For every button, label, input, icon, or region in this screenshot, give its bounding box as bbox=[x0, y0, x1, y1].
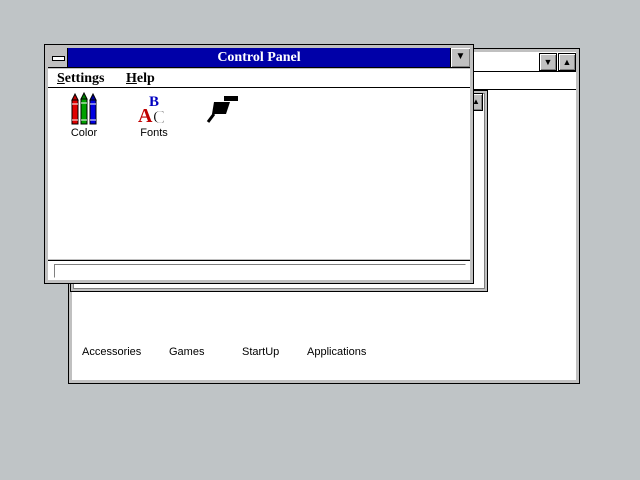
fonts-applet[interactable]: B A C Fonts bbox=[124, 92, 184, 139]
group-applications[interactable]: Applications bbox=[307, 346, 366, 358]
control-panel-menubar: Settings Help bbox=[48, 69, 470, 88]
window-title: Control Panel bbox=[217, 50, 301, 65]
chevron-down-icon: ▼ bbox=[455, 51, 466, 62]
menu-settings-label: ettings bbox=[64, 71, 105, 86]
menu-settings-hotkey: S bbox=[57, 71, 65, 86]
control-panel-window: Control Panel ▼ Settings Help Color B A … bbox=[44, 44, 474, 284]
color-applet[interactable]: Color bbox=[54, 92, 114, 139]
group-startup[interactable]: StartUp bbox=[242, 346, 279, 358]
fonts-icon: B A C bbox=[138, 94, 165, 126]
menu-settings[interactable]: Settings bbox=[57, 69, 104, 88]
control-panel-titlebar[interactable]: Control Panel bbox=[48, 48, 470, 68]
color-applet-label: Color bbox=[70, 127, 98, 139]
crayons-icon bbox=[71, 92, 97, 125]
control-panel-client: Color B A C Fonts bbox=[48, 88, 470, 259]
group-games[interactable]: Games bbox=[169, 346, 204, 358]
group-accessories[interactable]: Accessories bbox=[82, 346, 141, 358]
menu-help[interactable]: Help bbox=[126, 69, 155, 88]
plug-applet[interactable] bbox=[192, 92, 252, 127]
chevron-down-icon: ▼ bbox=[543, 57, 553, 67]
status-bar bbox=[48, 260, 470, 280]
svg-text:C: C bbox=[153, 107, 165, 126]
svg-text:A: A bbox=[138, 105, 153, 126]
status-bar-panel bbox=[54, 264, 466, 278]
window-dropdown-button[interactable]: ▼ bbox=[539, 53, 557, 71]
maximize-button[interactable]: ▲ bbox=[558, 53, 576, 71]
chevron-up-icon: ▲ bbox=[562, 57, 572, 67]
plug-icon bbox=[206, 96, 238, 123]
menu-help-label: elp bbox=[136, 71, 155, 86]
fonts-applet-label: Fonts bbox=[140, 127, 168, 139]
minimize-button[interactable]: ▼ bbox=[450, 48, 470, 68]
system-menu-button[interactable] bbox=[48, 48, 68, 68]
menu-help-hotkey: H bbox=[126, 71, 137, 86]
